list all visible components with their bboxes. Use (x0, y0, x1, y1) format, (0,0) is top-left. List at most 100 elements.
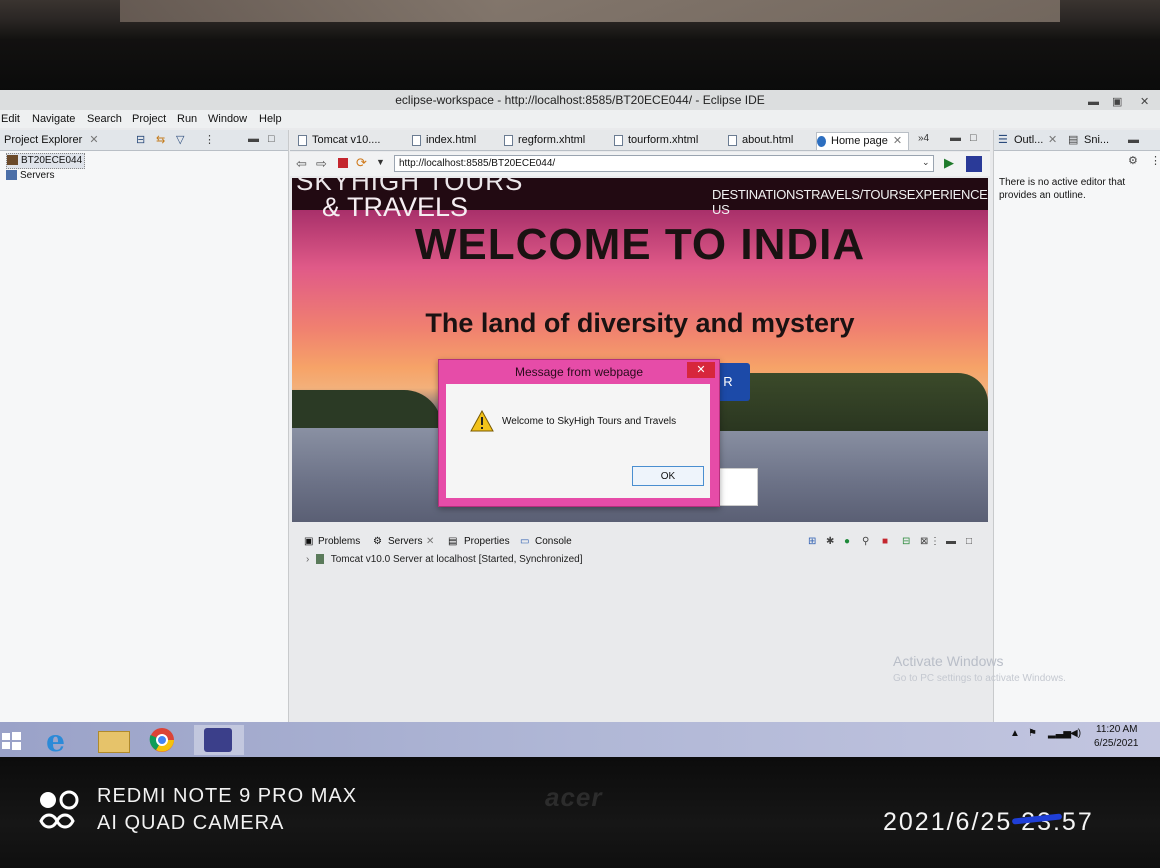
url-input[interactable] (394, 155, 934, 172)
tab-tourform-xhtml[interactable]: tourform.xhtml (614, 132, 698, 149)
link-editor-icon[interactable]: ⇆ (156, 133, 165, 146)
console-icon: ▭ (520, 536, 530, 547)
tab-properties[interactable]: Properties (464, 536, 510, 547)
maximize-icon[interactable]: ▣ (1112, 92, 1122, 112)
left-treeline (292, 390, 442, 428)
eclipse-taskbar-icon[interactable] (194, 725, 244, 755)
editor-tab-bar: Tomcat v10.... index.html regform.xhtml … (290, 130, 990, 151)
browser-menu-icon[interactable] (966, 156, 982, 172)
chevron-right-icon[interactable]: › (306, 554, 309, 565)
close-icon[interactable]: ✕ (1048, 130, 1057, 150)
start-button[interactable] (0, 725, 24, 755)
tree-item-project[interactable]: BT20ECE044 (6, 153, 86, 169)
activate-windows-subtitle: Go to PC settings to activate Windows. (893, 673, 1066, 684)
flag-icon[interactable]: ⚑ (1028, 728, 1037, 739)
go-icon[interactable]: ▶ (944, 155, 954, 171)
svg-text:e: e (46, 725, 65, 755)
project-explorer-toolbar: ⊟ ⇆ ▽ ⋮ ▬ □ (110, 130, 288, 151)
webpage-tagline: The land of diversity and mystery (425, 308, 855, 338)
filter-icon[interactable]: ▽ (176, 133, 184, 146)
profile-icon[interactable]: ⚲ (862, 536, 869, 547)
camera-model-text: REDMI NOTE 9 PRO MAX (97, 785, 358, 807)
refresh-icon[interactable]: ⟳ (356, 155, 367, 171)
stop-server-icon[interactable]: ■ (882, 536, 888, 547)
tab-servers[interactable]: Servers (388, 536, 422, 547)
clock-time[interactable]: 11:20 AM (1096, 724, 1138, 735)
ie-logo-icon: e (46, 724, 65, 758)
clock-date[interactable]: 6/25/2021 (1094, 738, 1139, 749)
volume-icon[interactable]: ◀) (1070, 728, 1081, 739)
menu-search[interactable]: Search (87, 110, 122, 128)
tab-tomcat[interactable]: Tomcat v10.... (298, 132, 380, 149)
internet-explorer-icon[interactable]: e (40, 724, 82, 758)
ok-button[interactable]: OK (632, 466, 704, 486)
menu-run[interactable]: Run (177, 110, 197, 128)
back-icon[interactable]: ⇦ (296, 156, 307, 172)
tab-snippets[interactable]: Sni... (1084, 130, 1109, 150)
tab-index-html[interactable]: index.html (412, 132, 476, 149)
tab-regform-xhtml[interactable]: regform.xhtml (504, 132, 585, 149)
tab-problems[interactable]: Problems (318, 536, 360, 547)
chrome-icon[interactable] (146, 725, 188, 755)
url-dropdown-icon[interactable]: ⌄ (922, 157, 930, 168)
project-explorer-panel: Project Explorer ✕ ⊟ ⇆ ▽ ⋮ ▬ □ BT20ECE04… (0, 130, 289, 722)
minimize-view-icon[interactable]: ▬ (248, 133, 259, 145)
maximize-view-icon[interactable]: □ (268, 133, 275, 145)
alert-dialog: Message from webpage ✕ Welcome to SkyHig… (438, 359, 720, 507)
outline-message: There is no active editor that provides … (999, 177, 1126, 201)
server-list-item[interactable]: › Tomcat v10.0 Server at localhost [Star… (306, 554, 583, 565)
webpage-nav-links[interactable]: DESTINATIONSTRAVELS/TOURSEXPERIENCESCONT… (712, 187, 988, 217)
close-icon[interactable]: ✕ (1140, 92, 1149, 112)
close-icon[interactable]: ✕ (426, 536, 434, 547)
chevron-down-icon[interactable]: ▼ (376, 157, 385, 167)
close-icon[interactable]: ✕ (89, 134, 98, 146)
stop-icon[interactable] (338, 158, 348, 168)
webpage-heading: WELCOME TO INDIA (414, 220, 866, 269)
html-file-icon (728, 135, 737, 146)
maximize-view-icon[interactable]: □ (966, 536, 972, 547)
collapse-all-icon[interactable]: ⊟ (136, 133, 145, 146)
show-hidden-icons[interactable]: ▲ (1010, 728, 1020, 739)
forward-icon[interactable]: ⇨ (316, 156, 327, 172)
menu-help[interactable]: Help (259, 110, 282, 128)
menu-navigate[interactable]: Navigate (32, 110, 75, 128)
minimize-icon[interactable]: ▬ (1088, 92, 1099, 112)
problems-icon: ▣ (304, 536, 314, 547)
dialog-close-button[interactable]: ✕ (687, 362, 715, 378)
html-file-icon (412, 135, 421, 146)
menu-project[interactable]: Project (132, 110, 166, 128)
project-explorer-label: Project Explorer (4, 134, 83, 146)
maximize-editor-icon[interactable]: □ (970, 132, 977, 144)
minimize-view-icon[interactable]: ▬ (1128, 130, 1139, 150)
publish-icon[interactable]: ⊟ (902, 536, 910, 547)
tab-console[interactable]: Console (535, 536, 572, 547)
tab-about-html[interactable]: about.html (728, 132, 793, 149)
tab-home-page[interactable]: Home page ✕ (816, 132, 910, 150)
debug-server-icon[interactable]: ⊞ (808, 536, 816, 547)
minimize-editor-icon[interactable]: ▬ (950, 132, 961, 144)
menu-window[interactable]: Window (208, 110, 247, 128)
network-icon[interactable]: ▂▃▅ (1048, 728, 1071, 739)
disconnect-icon[interactable]: ⊠ (920, 536, 928, 547)
tab-outline[interactable]: Outl... (1014, 130, 1043, 150)
monitor-brand-logo: acer (545, 782, 603, 812)
tree-item-servers[interactable]: Servers (6, 169, 54, 183)
tab-overflow[interactable]: »4 (918, 133, 929, 144)
view-menu-icon[interactable]: ⋮ (1150, 154, 1160, 167)
brand-line-2[interactable]: & TRAVELS (322, 192, 468, 223)
project-folder-icon (7, 155, 18, 166)
minimize-view-icon[interactable]: ▬ (946, 536, 956, 547)
close-tab-icon[interactable]: ✕ (893, 135, 902, 147)
outline-toolbar-icon[interactable]: ⚙ (1128, 154, 1138, 167)
project-explorer-tab[interactable]: Project Explorer ✕ (0, 130, 110, 151)
menu-edit[interactable]: Edit (1, 110, 20, 128)
view-menu-icon[interactable]: ⋮ (204, 133, 215, 146)
menu-bar: Edit Navigate Search Project Run Window … (0, 110, 1160, 128)
bug-icon[interactable]: ✱ (826, 536, 834, 547)
windows-logo-icon (2, 732, 21, 750)
start-server-icon[interactable]: ● (844, 536, 850, 547)
file-explorer-icon[interactable] (94, 725, 136, 755)
globe-icon (817, 136, 826, 147)
view-menu-icon[interactable]: ⋮ (930, 536, 940, 547)
folder-icon (98, 731, 130, 753)
